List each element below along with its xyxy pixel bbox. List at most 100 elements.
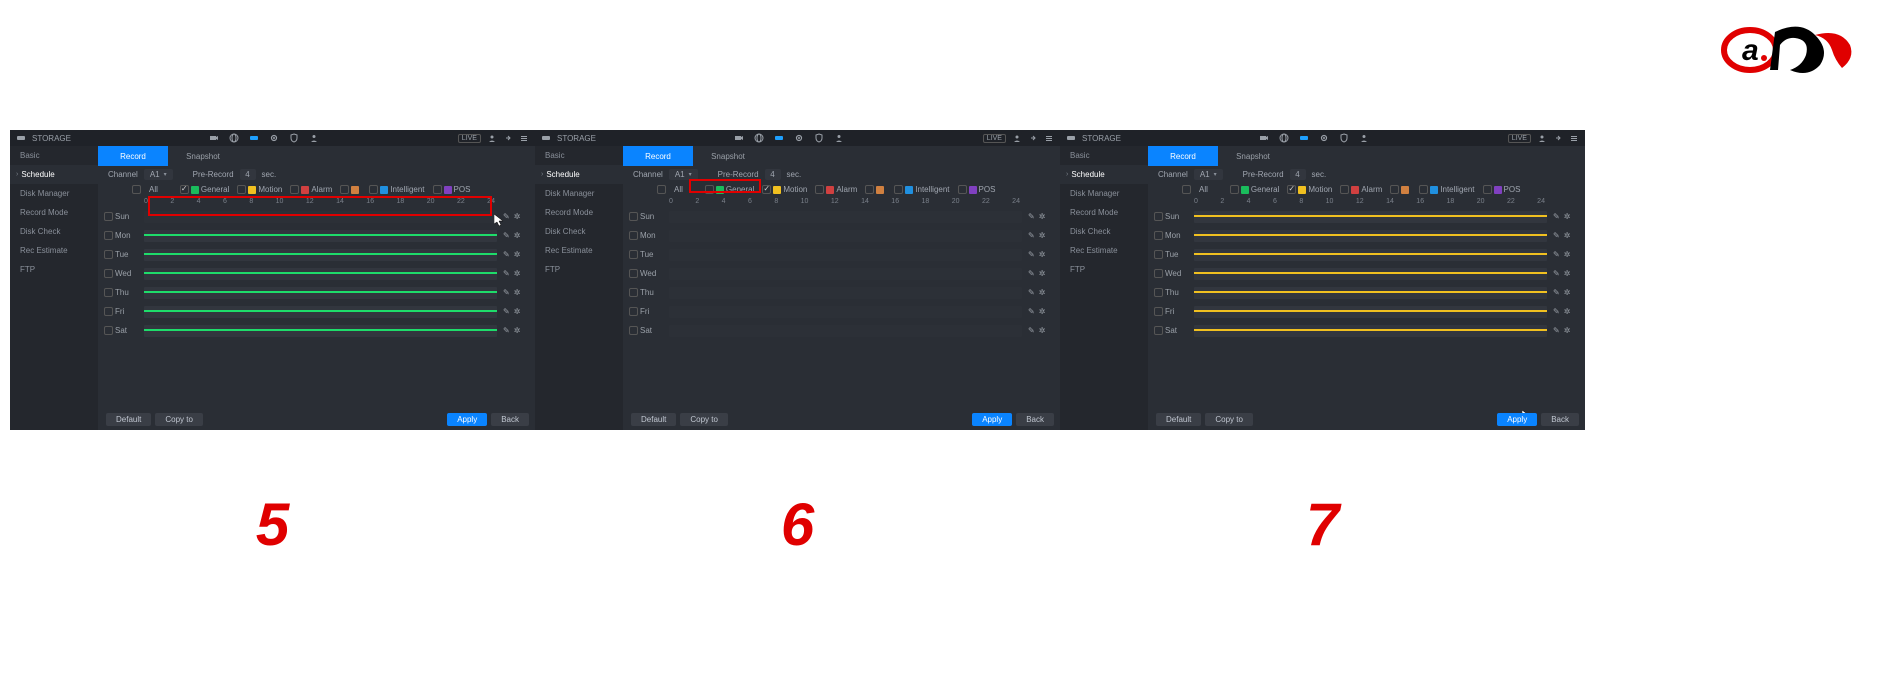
gear-icon[interactable]: ✲ [1039, 307, 1046, 316]
edit-icon[interactable]: ✎ [503, 231, 510, 240]
gear-icon[interactable]: ✲ [1564, 250, 1571, 259]
account-icon[interactable] [1359, 133, 1369, 143]
checkbox-mon[interactable] [629, 231, 638, 240]
gear-icon[interactable]: ✲ [1039, 250, 1046, 259]
legend-alarm[interactable]: Alarm [290, 185, 332, 194]
gear-icon[interactable]: ✲ [514, 307, 521, 316]
checkbox-fri[interactable] [629, 307, 638, 316]
channel-select[interactable]: A1 [144, 169, 173, 180]
apply-button[interactable]: Apply [972, 413, 1012, 426]
gear-icon[interactable]: ✲ [1039, 326, 1046, 335]
storage-tab-icon[interactable] [774, 133, 784, 143]
sidebar-item-schedule[interactable]: ›Schedule [535, 165, 623, 184]
shield-icon[interactable] [1339, 133, 1349, 143]
timeline-track-fri[interactable] [1194, 306, 1547, 318]
checkbox-thu[interactable] [104, 288, 113, 297]
gear-icon[interactable]: ✲ [1039, 212, 1046, 221]
prerecord-input[interactable]: 4 [765, 169, 781, 180]
checkbox-alarm[interactable] [815, 185, 824, 194]
checkbox-motion[interactable] [237, 185, 246, 194]
checkbox-intelligent[interactable] [1419, 185, 1428, 194]
edit-icon[interactable]: ✎ [1553, 288, 1560, 297]
channel-select[interactable]: A1 [669, 169, 698, 180]
legend-mda[interactable] [865, 185, 886, 194]
checkbox-tue[interactable] [104, 250, 113, 259]
network-icon[interactable] [754, 133, 764, 143]
timeline-track-thu[interactable] [144, 287, 497, 299]
back-button[interactable]: Back [491, 413, 529, 426]
edit-icon[interactable]: ✎ [1553, 269, 1560, 278]
user-icon[interactable] [1012, 133, 1022, 143]
back-button[interactable]: Back [1541, 413, 1579, 426]
apply-button[interactable]: Apply [1497, 413, 1537, 426]
timeline-track-wed[interactable] [669, 268, 1022, 280]
timeline-track-sat[interactable] [1194, 325, 1547, 337]
sidebar-item-rec-estimate[interactable]: Rec Estimate [1060, 241, 1148, 260]
sidebar-item-rec-estimate[interactable]: Rec Estimate [535, 241, 623, 260]
checkbox-alarm[interactable] [290, 185, 299, 194]
checkbox-sat[interactable] [104, 326, 113, 335]
gear-icon[interactable]: ✲ [514, 212, 521, 221]
checkbox-sun[interactable] [629, 212, 638, 221]
default-button[interactable]: Default [631, 413, 676, 426]
arrow-icon[interactable] [1028, 133, 1038, 143]
timeline-track-thu[interactable] [1194, 287, 1547, 299]
checkbox-thu[interactable] [629, 288, 638, 297]
edit-icon[interactable]: ✎ [1553, 250, 1560, 259]
edit-icon[interactable]: ✎ [503, 250, 510, 259]
checkbox-mda[interactable] [865, 185, 874, 194]
legend-alarm[interactable]: Alarm [1340, 185, 1382, 194]
edit-icon[interactable]: ✎ [503, 307, 510, 316]
camera-icon[interactable] [734, 133, 744, 143]
checkbox-fri[interactable] [104, 307, 113, 316]
sidebar-item-basic[interactable]: Basic [1060, 146, 1148, 165]
arrow-icon[interactable] [503, 133, 513, 143]
checkbox-general[interactable] [180, 185, 189, 194]
legend-mda[interactable] [340, 185, 361, 194]
sidebar-item-rec-estimate[interactable]: Rec Estimate [10, 241, 98, 260]
legend-intelligent[interactable]: Intelligent [894, 185, 949, 194]
legend-mda[interactable] [1390, 185, 1411, 194]
sidebar-item-disk-manager[interactable]: Disk Manager [10, 184, 98, 203]
checkbox-wed[interactable] [104, 269, 113, 278]
timeline-track-mon[interactable] [1194, 230, 1547, 242]
gear-icon[interactable]: ✲ [1564, 269, 1571, 278]
gear-icon[interactable]: ✲ [1564, 231, 1571, 240]
account-icon[interactable] [309, 133, 319, 143]
gear-icon[interactable]: ✲ [514, 269, 521, 278]
default-button[interactable]: Default [1156, 413, 1201, 426]
copy-to-button[interactable]: Copy to [155, 413, 203, 426]
shield-icon[interactable] [289, 133, 299, 143]
sidebar-item-basic[interactable]: Basic [535, 146, 623, 165]
legend-pos[interactable]: POS [1483, 185, 1521, 194]
timeline-track-sun[interactable] [1194, 211, 1547, 223]
checkbox-pos[interactable] [958, 185, 967, 194]
gear-icon[interactable]: ✲ [1039, 288, 1046, 297]
camera-icon[interactable] [1259, 133, 1269, 143]
prerecord-input[interactable]: 4 [1290, 169, 1306, 180]
checkbox-motion[interactable] [762, 185, 771, 194]
legend-pos[interactable]: POS [433, 185, 471, 194]
storage-tab-icon[interactable] [249, 133, 259, 143]
gear-icon[interactable] [794, 133, 804, 143]
tab-record[interactable]: Record [1148, 146, 1218, 166]
sidebar-item-disk-check[interactable]: Disk Check [1060, 222, 1148, 241]
sidebar-item-record-mode[interactable]: Record Mode [535, 203, 623, 222]
checkbox-intelligent[interactable] [369, 185, 378, 194]
sidebar-item-ftp[interactable]: FTP [10, 260, 98, 279]
edit-icon[interactable]: ✎ [1028, 231, 1035, 240]
timeline-track-thu[interactable] [669, 287, 1022, 299]
copy-to-button[interactable]: Copy to [680, 413, 728, 426]
tab-record[interactable]: Record [623, 146, 693, 166]
checkbox-mda[interactable] [1390, 185, 1399, 194]
user-icon[interactable] [1537, 133, 1547, 143]
legend-intelligent[interactable]: Intelligent [1419, 185, 1474, 194]
edit-icon[interactable]: ✎ [1553, 307, 1560, 316]
menu-icon[interactable] [1044, 133, 1054, 143]
back-button[interactable]: Back [1016, 413, 1054, 426]
tab-snapshot[interactable]: Snapshot [693, 146, 763, 166]
gear-icon[interactable] [269, 133, 279, 143]
sidebar-item-disk-manager[interactable]: Disk Manager [1060, 184, 1148, 203]
gear-icon[interactable]: ✲ [514, 288, 521, 297]
checkbox-all[interactable] [657, 185, 666, 194]
